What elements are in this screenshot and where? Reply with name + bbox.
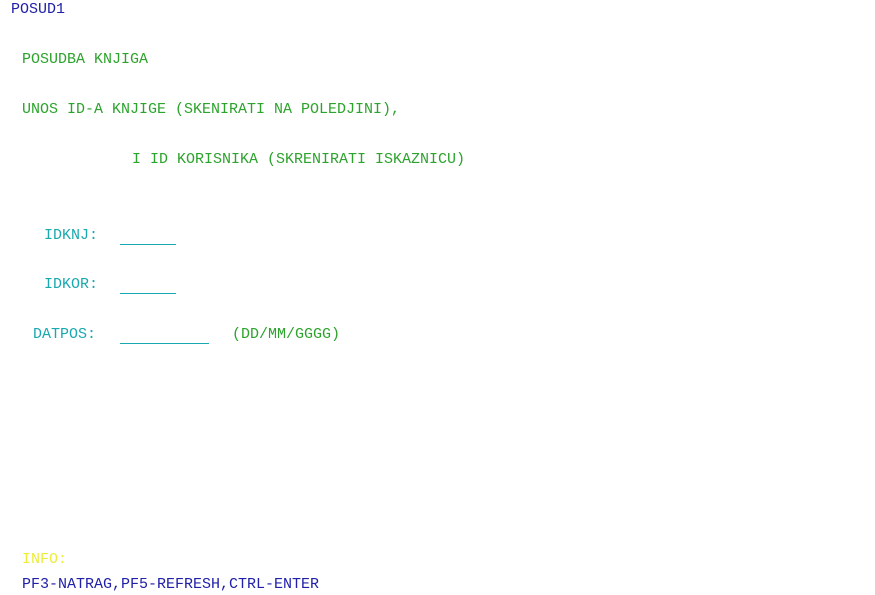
instruction-line-2: I ID KORISNIKA (SKRENIRATI ISKAZNICU): [132, 151, 466, 168]
datpos-label: DATPOS:: [33, 326, 97, 343]
page-title: POSUDBA KNJIGA: [22, 51, 149, 68]
idknj-input[interactable]: [120, 225, 176, 245]
date-format-hint: (DD/MM/GGGG): [232, 326, 341, 343]
datpos-input[interactable]: [120, 324, 209, 344]
function-keys-line: PF3-NATRAG,PF5-REFRESH,CTRL-ENTER: [22, 576, 320, 593]
idknj-label: IDKNJ:: [44, 227, 99, 244]
instruction-line-1: UNOS ID-A KNJIGE (SKENIRATI NA POLEDJINI…: [22, 101, 401, 118]
idkor-label: IDKOR:: [44, 276, 99, 293]
info-label: INFO:: [22, 551, 68, 568]
screen-id: POSUD1: [11, 1, 66, 18]
idkor-input[interactable]: [120, 274, 176, 294]
